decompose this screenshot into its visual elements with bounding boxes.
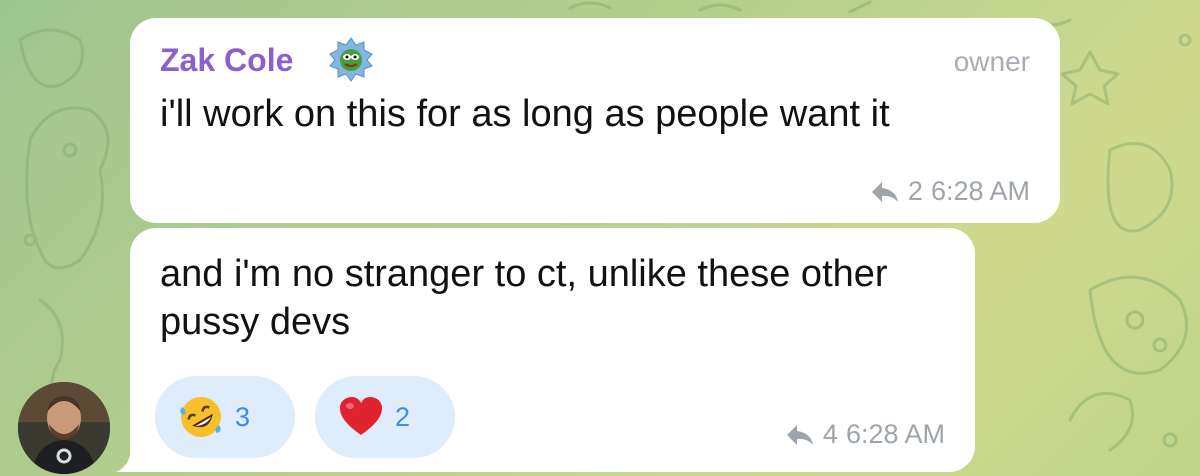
reaction-laughing[interactable]: 3 [155, 376, 295, 458]
reply-icon[interactable] [785, 423, 815, 447]
reaction-count: 3 [235, 401, 251, 432]
message-meta: 4 6:28 AM [785, 419, 945, 450]
message-text: i'll work on this for as long as people … [160, 93, 890, 135]
message-bubble[interactable]: Zak Cole owner i'll work on this for as … [130, 18, 1060, 223]
pepe-badge-icon [329, 37, 373, 82]
reply-count[interactable]: 2 [908, 176, 923, 207]
bubble-tail [116, 446, 146, 472]
message-time: 6:28 AM [930, 176, 1030, 206]
reply-icon[interactable] [870, 180, 900, 204]
reply-count[interactable]: 4 [823, 419, 838, 450]
avatar[interactable] [18, 382, 110, 474]
rolling-on-floor-laughing-icon [180, 397, 221, 437]
red-heart-icon [340, 397, 382, 435]
sender-name[interactable]: Zak Cole [160, 42, 293, 79]
reactions-row: 3 2 [155, 376, 455, 458]
reaction-heart[interactable]: 2 [315, 376, 455, 458]
message-bubble[interactable]: and i'm no stranger to ct, unlike these … [130, 228, 975, 472]
message-meta: 2 6:28 AM [870, 176, 1030, 207]
message-time: 6:28 AM [845, 419, 945, 449]
reaction-count: 2 [395, 401, 411, 432]
owner-label: owner [953, 46, 1030, 77]
user-photo [18, 382, 110, 474]
message-text: and i'm no stranger to ct, unlike these … [160, 253, 888, 343]
